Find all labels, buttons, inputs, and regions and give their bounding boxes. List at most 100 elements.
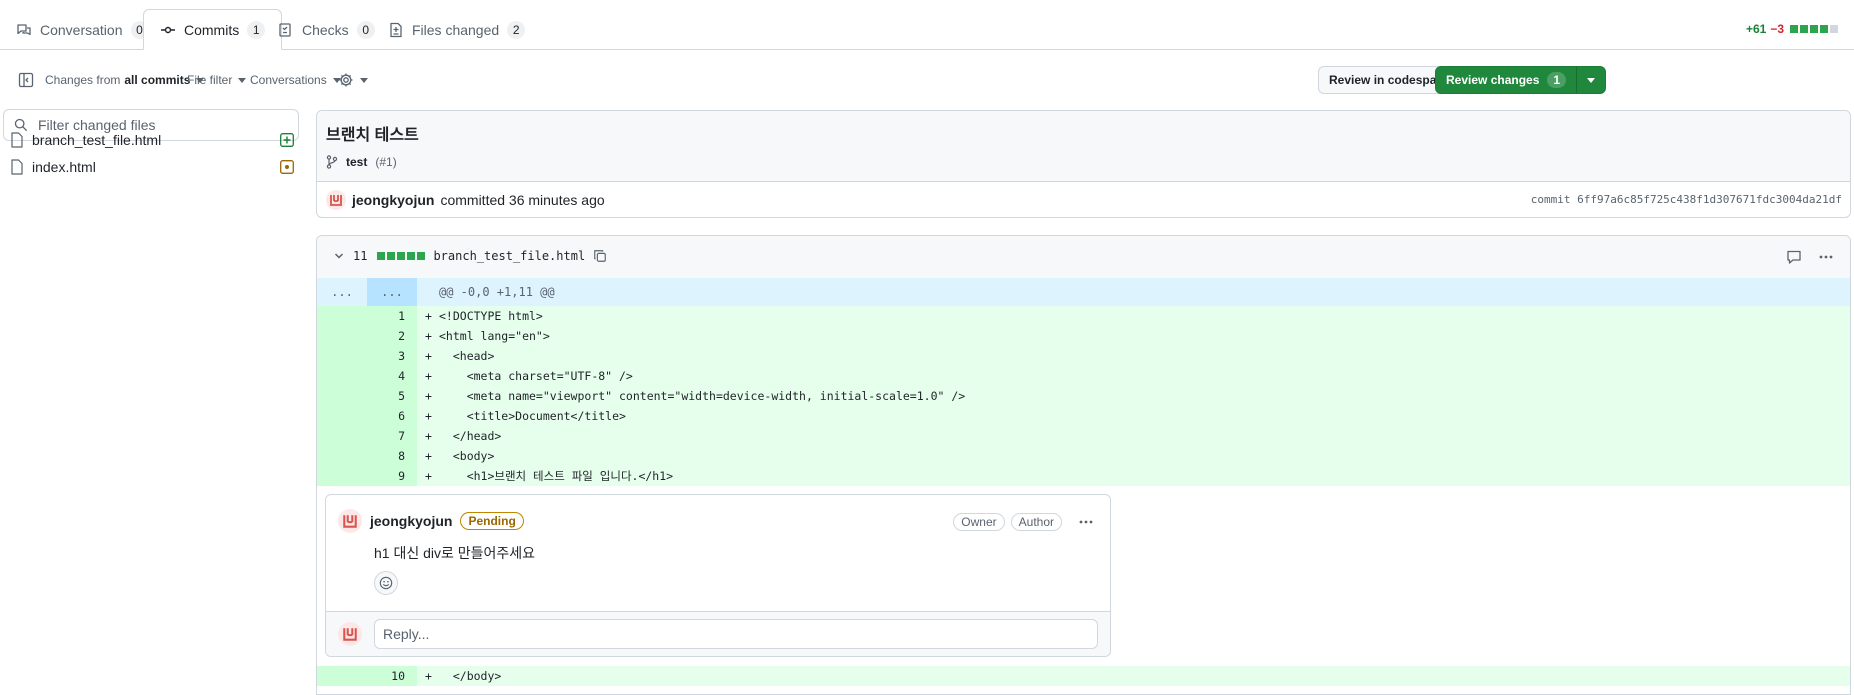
sidebar-file-name: branch_test_file.html (32, 132, 162, 148)
diff-filename[interactable]: branch_test_file.html (433, 249, 585, 263)
conversations-dropdown[interactable]: Conversations (250, 62, 341, 98)
tab-checks-label: Checks (302, 21, 349, 38)
file-icon (10, 132, 24, 148)
sidebar-collapse-icon (18, 72, 34, 88)
reply-input[interactable] (374, 619, 1098, 649)
new-line-number[interactable]: 2 (367, 326, 417, 346)
changes-from-prefix: Changes from (45, 73, 121, 87)
expand-up-button[interactable]: ... (317, 278, 367, 306)
chevron-down-icon[interactable] (333, 250, 345, 262)
kebab-horizontal-icon[interactable] (1078, 514, 1094, 530)
diff-sign: + (425, 329, 432, 343)
commit-author[interactable]: jeongkyojun (352, 192, 434, 208)
hunk-range: @@ -0,0 +1,11 @@ (439, 285, 555, 299)
review-changes-label: Review changes (1446, 73, 1540, 87)
diff-sign: + (425, 389, 432, 403)
review-changes-button[interactable]: Review changes 1 (1435, 66, 1607, 94)
expand-down-button[interactable]: ... (367, 278, 417, 306)
diff-line-count: 11 (353, 249, 368, 263)
branch-link[interactable]: test (346, 155, 367, 169)
avatar (338, 622, 362, 646)
tab-files-changed[interactable]: Files changed 2 (372, 10, 541, 49)
diff-bar (377, 252, 426, 260)
diffstat-block (1810, 25, 1818, 33)
changes-from-dropdown[interactable]: Changes from all commits (45, 62, 205, 98)
owner-badge: Owner (953, 513, 1005, 531)
conversations-label: Conversations (250, 73, 327, 87)
file-filter-dropdown[interactable]: File filter (187, 62, 247, 98)
old-line-number (317, 466, 367, 486)
file-filter-label: File filter (187, 73, 233, 87)
diff-code: <h1>브랜치 테스트 파일 입니다.</h1> (439, 469, 674, 483)
author-badge: Author (1010, 513, 1062, 531)
comment-body: h1 대신 div로 만들어주세요 (374, 545, 536, 561)
diffstat-additions: +61 (1745, 22, 1767, 36)
review-thread: jeongkyojun Pending Owner Author h1 대신 d… (317, 486, 1850, 666)
comment-author[interactable]: jeongkyojun (370, 513, 452, 529)
review-in-codespace-label: Review in codespace (1329, 73, 1450, 87)
commit-header: 브랜치 테스트 test (#1) (317, 111, 1850, 182)
new-line-number[interactable]: 9 (367, 466, 417, 486)
comment-discussion-icon (16, 22, 32, 38)
diff-block (377, 252, 386, 260)
old-line-number (317, 406, 367, 426)
commit-title: 브랜치 테스트 (326, 127, 419, 144)
copy-icon[interactable] (593, 249, 607, 263)
diffstat-deletions: −3 (1770, 22, 1784, 36)
kebab-horizontal-icon[interactable] (1818, 249, 1834, 265)
changes-from-value: all commits (124, 73, 191, 87)
diff-code: </head> (439, 429, 502, 443)
pr-link[interactable]: (#1) (375, 155, 396, 169)
diff-code: <title>Document</title> (439, 409, 626, 423)
tab-conversation[interactable]: Conversation 0 (0, 10, 165, 49)
review-changes-count: 1 (1547, 72, 1567, 88)
review-changes-dropdown[interactable] (1576, 67, 1605, 93)
avatar[interactable] (338, 509, 362, 533)
diff-line: 4 + <meta charset="UTF-8" /> (317, 366, 1850, 386)
avatar[interactable] (326, 190, 346, 210)
diff-code: <html lang="en"> (439, 329, 550, 343)
chevron-down-icon (238, 77, 247, 83)
hunk-header: ... ... @@ -0,0 +1,11 @@ (317, 278, 1850, 306)
commit-meta: jeongkyojun committed 36 minutes ago (326, 190, 605, 210)
tab-conversation-label: Conversation (40, 21, 123, 38)
new-line-number[interactable]: 6 (367, 406, 417, 426)
new-line-number[interactable]: 3 (367, 346, 417, 366)
new-line-number[interactable]: 5 (367, 386, 417, 406)
diff-sign: + (425, 409, 432, 423)
add-reaction-button[interactable] (374, 571, 398, 595)
diff-sign: + (425, 369, 432, 383)
new-line-number[interactable]: 1 (367, 306, 417, 326)
diff-sign: + (425, 469, 432, 483)
commit-branch: test (#1) (326, 155, 397, 169)
tab-files-changed-label: Files changed (412, 21, 500, 38)
diff-block (407, 252, 416, 260)
new-line-number[interactable]: 8 (367, 446, 417, 466)
diff-block (387, 252, 396, 260)
diffstat-block (1830, 25, 1838, 33)
sidebar-file-branch-test[interactable]: branch_test_file.html (10, 126, 300, 154)
diff-code: <head> (439, 349, 495, 363)
settings-dropdown[interactable] (338, 62, 368, 98)
chevron-down-icon (1587, 77, 1596, 83)
diff-file-header: 11 branch_test_file.html (317, 236, 1850, 279)
toggle-file-tree-button[interactable] (18, 62, 34, 98)
diff-line: 6 + <title>Document</title> (317, 406, 1850, 426)
commit-sha[interactable]: commit 6ff97a6c85f725c438f1d307671fdc300… (1531, 193, 1842, 206)
new-line-number[interactable]: 4 (367, 366, 417, 386)
sidebar-file-index[interactable]: index.html (10, 153, 300, 181)
new-line-number[interactable]: 7 (367, 426, 417, 446)
pending-badge: Pending (460, 512, 524, 530)
new-line-number[interactable]: 10 (367, 666, 417, 686)
checklist-icon (278, 22, 294, 38)
diffstat-block (1820, 25, 1828, 33)
diff-line: 10 + </body> (317, 666, 1850, 686)
old-line-number (317, 426, 367, 446)
comment-icon[interactable] (1786, 249, 1802, 265)
diff-line: 7 + </head> (317, 426, 1850, 446)
diff-code: <!DOCTYPE html> (439, 309, 543, 323)
diff-sign: + (425, 669, 432, 683)
diff-line: 8 + <body> (317, 446, 1850, 466)
commit-time: committed 36 minutes ago (440, 192, 605, 208)
review-comment: jeongkyojun Pending Owner Author h1 대신 d… (325, 494, 1111, 657)
